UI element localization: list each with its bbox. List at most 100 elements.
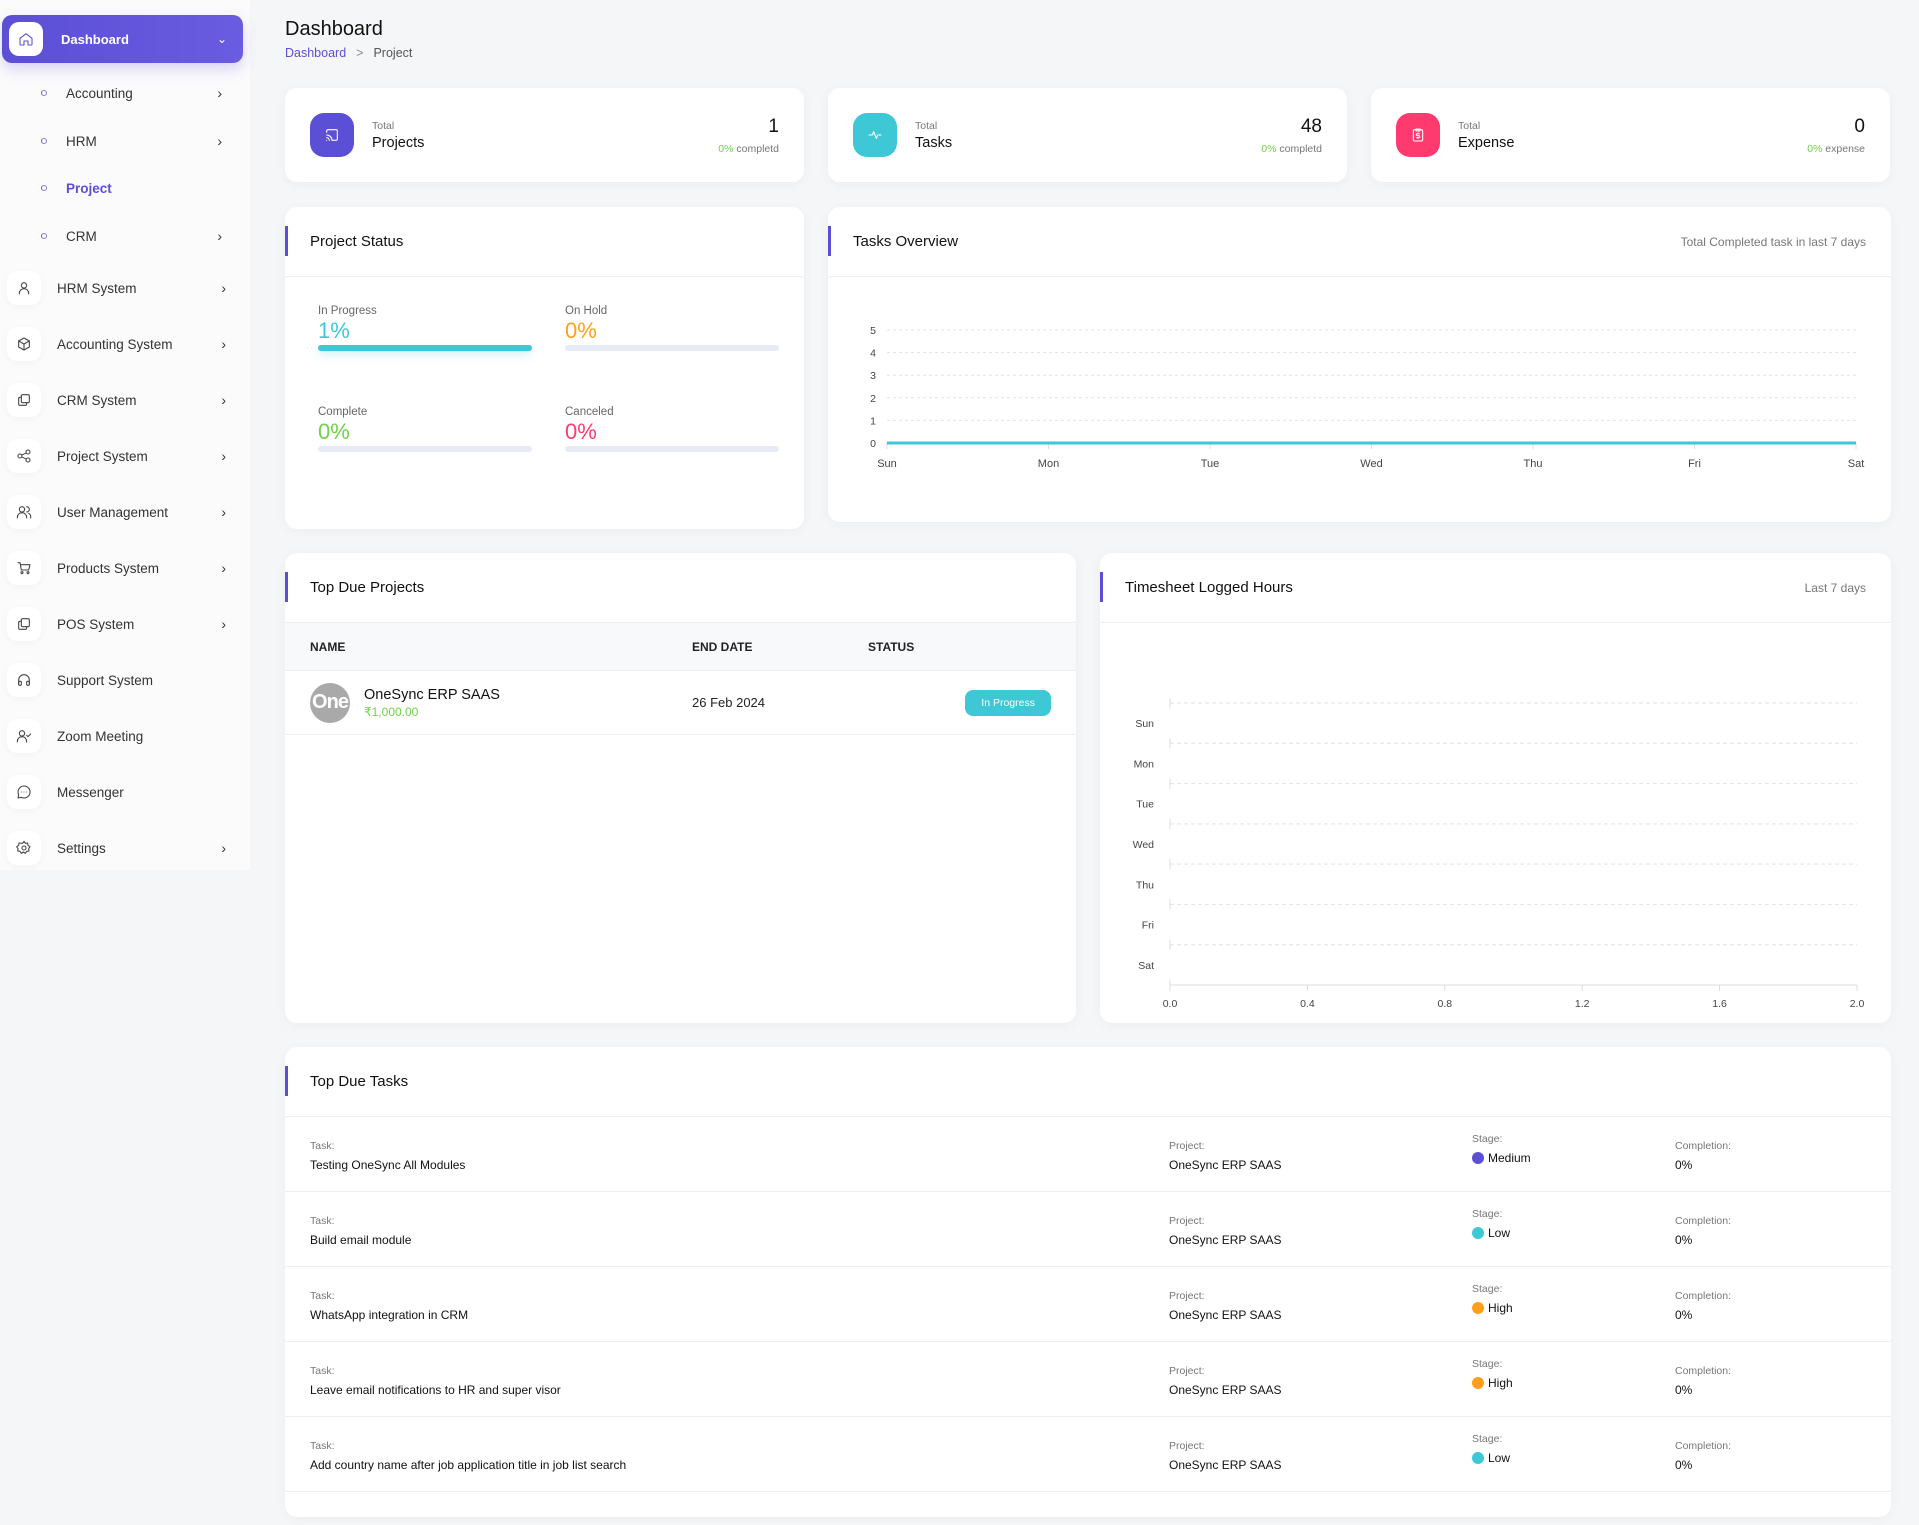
sidebar-subitem-label: HRM: [66, 133, 97, 149]
task-row[interactable]: Task: WhatsApp integration in CRM Projec…: [285, 1267, 1891, 1342]
task-row[interactable]: Task: Build email module Project: OneSyn…: [285, 1192, 1891, 1267]
status-on-hold: On Hold 0%: [565, 305, 779, 351]
card-title: Project Status: [310, 233, 404, 250]
task-name[interactable]: Leave email notifications to HR and supe…: [310, 1383, 561, 1397]
sidebar-item-zoom-meeting[interactable]: Zoom Meeting: [0, 716, 240, 756]
column-header-name[interactable]: NAME: [310, 640, 345, 654]
stat-card-tasks: Total Tasks 48 0% completd: [828, 88, 1347, 182]
project-name[interactable]: OneSync ERP SAAS: [364, 687, 500, 703]
card-subtitle: Total Completed task in last 7 days: [1680, 234, 1866, 249]
card-accent: [1100, 572, 1103, 602]
chevron-right-icon: ›: [217, 133, 222, 149]
chevron-right-icon: ›: [221, 448, 226, 464]
task-name[interactable]: Build email module: [310, 1233, 411, 1247]
completion-label: Completion:: [1675, 1290, 1732, 1302]
sidebar-subitem-project[interactable]: Project: [0, 173, 240, 203]
y-tick-label: 3: [870, 370, 876, 382]
chevron-right-icon: ›: [221, 392, 226, 408]
stage-label: Stage:: [1472, 1433, 1503, 1445]
x-tick-label: 1.6: [1712, 998, 1727, 1010]
stage-label: Stage:: [1472, 1208, 1503, 1220]
x-tick-label: Sun: [877, 458, 897, 470]
task-stage: Medium: [1488, 1151, 1531, 1165]
stage-dot-icon: [1472, 1377, 1484, 1389]
sidebar-item-label: Dashboard: [61, 31, 129, 47]
task-label: Task:: [310, 1440, 335, 1452]
task-completion: 0%: [1675, 1233, 1693, 1247]
sidebar-subitem-label: CRM: [66, 228, 97, 244]
layers-icon: [7, 607, 41, 641]
table-row[interactable]: One OneSync ERP SAAS ₹1,000.00 26 Feb 20…: [285, 671, 1076, 735]
sidebar-item-dashboard[interactable]: Dashboard ⌄: [2, 15, 243, 63]
sidebar-item-pos-system[interactable]: POS System ›: [0, 604, 240, 644]
y-tick-label: 1: [870, 415, 876, 427]
y-tick-label: Mon: [1134, 758, 1155, 770]
task-list: Task: Testing OneSync All Modules Projec…: [285, 1117, 1891, 1492]
timesheet-chart: Sun Mon Tue Wed Thu Fri Sat 0.0 0.4 0.8 1.2 1.6 2.0: [1133, 698, 1865, 1010]
layers-icon: [7, 383, 41, 417]
sidebar-subitem-label: Project: [66, 180, 112, 196]
sidebar-item-settings[interactable]: Settings ›: [0, 828, 240, 868]
timesheet-card: Timesheet Logged Hours Last 7 days Sun Mo…: [1100, 553, 1891, 1023]
status-value: 0%: [565, 318, 597, 343]
y-tick-label: Thu: [1136, 879, 1154, 891]
status-label: Canceled: [565, 406, 614, 418]
stat-name: Projects: [372, 134, 425, 151]
task-project: OneSync ERP SAAS: [1169, 1158, 1282, 1172]
stage-dot-icon: [1472, 1452, 1484, 1464]
sidebar-subitem-crm[interactable]: CRM ›: [0, 221, 240, 251]
sidebar-item-accounting-system[interactable]: Accounting System ›: [0, 324, 240, 364]
task-row[interactable]: Task: Leave email notifications to HR an…: [285, 1342, 1891, 1417]
sidebar-item-messenger[interactable]: Messenger: [0, 772, 240, 812]
chevron-right-icon: ›: [217, 228, 222, 244]
stage-dot-icon: [1472, 1152, 1484, 1164]
sidebar-item-label: POS System: [57, 616, 135, 632]
task-name[interactable]: Add country name after job application t…: [310, 1458, 626, 1472]
sidebar-item-label: Support System: [57, 672, 154, 688]
x-tick-label: Sat: [1848, 458, 1865, 470]
task-row[interactable]: Task: Testing OneSync All Modules Projec…: [285, 1117, 1891, 1192]
y-tick-label: Sat: [1138, 960, 1154, 972]
task-name[interactable]: Testing OneSync All Modules: [310, 1158, 465, 1172]
y-tick-label: Wed: [1133, 839, 1155, 851]
status-value: 1%: [318, 318, 350, 343]
sidebar-item-products-system[interactable]: Products System ›: [0, 548, 240, 588]
stat-sub-label: completd: [1279, 142, 1322, 155]
chevron-right-icon: ›: [221, 280, 226, 296]
status-complete: Complete 0%: [318, 406, 532, 452]
project-end-date: 26 Feb 2024: [692, 695, 766, 710]
sidebar-subitem-accounting[interactable]: Accounting ›: [0, 78, 240, 108]
sidebar-subitem-hrm[interactable]: HRM ›: [0, 126, 240, 156]
chevron-right-icon: ›: [221, 840, 226, 856]
clipboard-dollar-icon: [1396, 113, 1440, 157]
cart-icon: [7, 551, 41, 585]
home-icon: [9, 22, 43, 56]
sidebar-item-crm-system[interactable]: CRM System ›: [0, 380, 240, 420]
sidebar-item-label: Messenger: [57, 784, 124, 800]
task-label: Task:: [310, 1365, 335, 1377]
x-tick-label: 2.0: [1850, 998, 1865, 1010]
x-tick-label: 0.4: [1300, 998, 1315, 1010]
sidebar-item-label: Products System: [57, 560, 160, 576]
progress-bar: [565, 345, 779, 351]
sidebar-item-label: Zoom Meeting: [57, 728, 144, 744]
chevron-right-icon: ›: [221, 560, 226, 576]
task-name[interactable]: WhatsApp integration in CRM: [310, 1308, 468, 1322]
sidebar-item-label: Settings: [57, 840, 106, 856]
sidebar-item-user-management[interactable]: User Management ›: [0, 492, 240, 532]
column-header-end-date[interactable]: END DATE: [692, 640, 752, 654]
sidebar-item-hrm-system[interactable]: HRM System ›: [0, 268, 240, 308]
task-label: Task:: [310, 1290, 335, 1302]
y-tick-label: Fri: [1142, 920, 1154, 932]
status-label: On Hold: [565, 305, 608, 317]
completion-label: Completion:: [1675, 1365, 1732, 1377]
breadcrumb-link-dashboard[interactable]: Dashboard: [285, 46, 346, 60]
column-header-status[interactable]: STATUS: [868, 640, 914, 654]
task-project: OneSync ERP SAAS: [1169, 1383, 1282, 1397]
sidebar-item-project-system[interactable]: Project System ›: [0, 436, 240, 476]
task-row[interactable]: Task: Add country name after job applica…: [285, 1417, 1891, 1492]
x-tick-label: Thu: [1524, 458, 1543, 470]
status-value: 0%: [318, 419, 350, 444]
sidebar-item-support-system[interactable]: Support System: [0, 660, 240, 700]
stat-name: Tasks: [915, 134, 953, 151]
